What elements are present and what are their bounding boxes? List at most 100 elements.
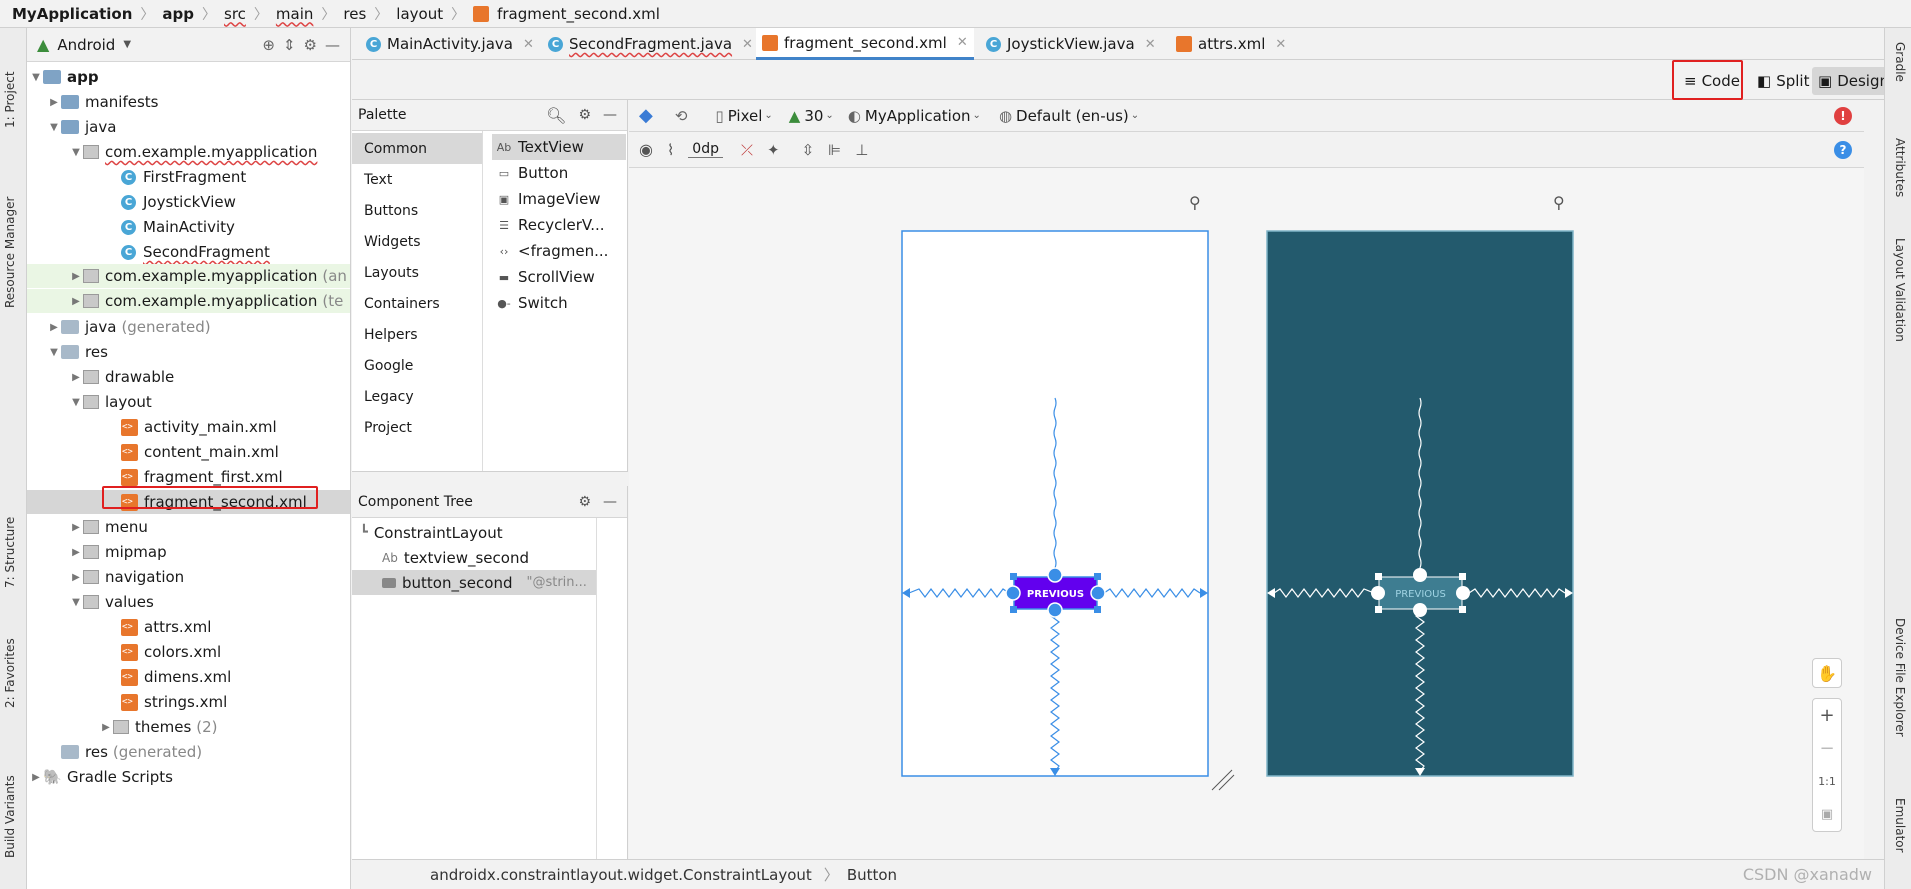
design-preview[interactable]: ⚲ PREVIOUS: [901, 193, 1235, 791]
project-tool-tab[interactable]: 1: Project: [3, 71, 17, 128]
tab-attrs[interactable]: attrs.xml ✕: [1170, 28, 1292, 60]
palette-item-textview[interactable]: Ab TextView: [492, 134, 626, 160]
help-icon[interactable]: ?: [1834, 140, 1852, 159]
error-icon[interactable]: !: [1834, 106, 1852, 125]
tree-manifests[interactable]: ▶ manifests: [47, 90, 158, 114]
zoom-fit-icon[interactable]: ▣: [1813, 798, 1841, 831]
minimize-icon[interactable]: —: [325, 36, 340, 54]
minimize-icon[interactable]: —: [603, 107, 617, 123]
layout-validation-tab[interactable]: Layout Validation: [1893, 238, 1907, 342]
palette-category-google[interactable]: Google: [352, 350, 482, 381]
tree-package-test[interactable]: ▶ com.example.myapplication (te: [27, 289, 350, 313]
tree-navigation[interactable]: ▶ navigation: [69, 565, 184, 589]
guidelines-icon[interactable]: ⊥: [855, 141, 868, 159]
tab-fragment-second[interactable]: fragment_second.xml ✕: [756, 28, 974, 60]
component-constraint-layout[interactable]: ┗ ConstraintLayout: [360, 520, 503, 545]
favorites-tab[interactable]: 2: Favorites: [3, 638, 17, 708]
chevron-down-icon[interactable]: ⌄: [825, 110, 833, 121]
collapsed-arrow-icon[interactable]: ▶: [69, 271, 83, 282]
right-anchor-handle[interactable]: [1090, 585, 1106, 601]
tab-second-fragment[interactable]: C SecondFragment.java ✕: [542, 28, 759, 60]
left-anchor-handle[interactable]: [1371, 586, 1385, 600]
top-anchor-handle[interactable]: [1413, 568, 1427, 582]
pan-hand-icon[interactable]: ✋: [1812, 658, 1842, 688]
palette-item-fragment[interactable]: ‹› <fragmen...: [492, 238, 626, 264]
expanded-arrow-icon[interactable]: ▼: [47, 122, 61, 133]
tree-attrs-xml[interactable]: attrs.xml: [121, 615, 211, 639]
tree-app[interactable]: ▼ app: [29, 65, 98, 89]
pack-icon[interactable]: ⇳: [802, 141, 815, 159]
design-screen[interactable]: [901, 230, 1209, 777]
expanded-arrow-icon[interactable]: ▼: [69, 147, 83, 158]
palette-category-containers[interactable]: Containers: [352, 288, 482, 319]
resize-handle[interactable]: [1010, 606, 1017, 613]
tree-package-main[interactable]: ▼ com.example.myapplication: [69, 140, 317, 164]
tree-themes[interactable]: ▶ themes (2): [99, 715, 217, 739]
tree-first-fragment[interactable]: C FirstFragment: [121, 165, 246, 189]
palette-item-button[interactable]: ▭ Button: [492, 160, 626, 186]
collapse-icon[interactable]: ⇕: [283, 36, 296, 54]
gear-icon[interactable]: ⚙: [578, 494, 591, 510]
tree-gradle-scripts[interactable]: ▶ 🐘 Gradle Scripts: [29, 765, 173, 789]
tree-drawable[interactable]: ▶ drawable: [69, 365, 174, 389]
tree-main-activity[interactable]: C MainActivity: [121, 215, 235, 239]
theme-selector[interactable]: MyApplication: [865, 107, 971, 125]
resize-handle[interactable]: [1010, 573, 1017, 580]
close-icon[interactable]: ✕: [742, 37, 753, 52]
attributes-tab[interactable]: Attributes: [1893, 138, 1907, 197]
emulator-tab[interactable]: Emulator: [1893, 798, 1907, 853]
palette-category-buttons[interactable]: Buttons: [352, 195, 482, 226]
zoom-actual-size-button[interactable]: 1:1: [1813, 765, 1841, 798]
api-selector[interactable]: 30: [804, 107, 823, 125]
device-file-explorer-tab[interactable]: Device File Explorer: [1893, 618, 1907, 737]
palette-category-legacy[interactable]: Legacy: [352, 381, 482, 412]
resize-handle[interactable]: [1094, 573, 1101, 580]
palette-item-scrollview[interactable]: ▬ ScrollView: [492, 264, 626, 290]
tree-second-fragment[interactable]: C SecondFragment: [121, 240, 270, 264]
chevron-down-icon[interactable]: ⌄: [973, 110, 981, 121]
resize-handle[interactable]: [1459, 606, 1466, 613]
top-anchor-handle[interactable]: [1047, 567, 1063, 583]
infer-constraints-icon[interactable]: ✦: [767, 141, 780, 159]
close-icon[interactable]: ✕: [957, 35, 968, 50]
align-icon[interactable]: ⊫: [828, 141, 841, 159]
blueprint-screen[interactable]: [1266, 230, 1574, 777]
minimize-icon[interactable]: —: [603, 494, 617, 510]
breadcrumb-project[interactable]: MyApplication: [12, 5, 132, 23]
split-mode-button[interactable]: ◧ Split: [1751, 67, 1815, 95]
gear-icon[interactable]: ⚙: [578, 107, 591, 123]
chevron-down-icon[interactable]: ⌄: [1131, 110, 1139, 121]
zoom-in-button[interactable]: +: [1813, 699, 1841, 732]
collapsed-arrow-icon[interactable]: ▶: [69, 547, 83, 558]
blueprint-preview[interactable]: ⚲ PREVIOUS: [1266, 193, 1574, 777]
breadcrumb-src[interactable]: src: [224, 5, 246, 23]
tree-res[interactable]: ▼ res: [47, 340, 108, 364]
expanded-arrow-icon[interactable]: ▼: [29, 72, 43, 83]
orientation-icon[interactable]: ⟲: [675, 107, 688, 125]
breadcrumb-module[interactable]: app: [162, 5, 194, 23]
project-view-selector[interactable]: Android: [57, 36, 115, 54]
tree-colors-xml[interactable]: colors.xml: [121, 640, 221, 664]
collapsed-arrow-icon[interactable]: ▶: [99, 722, 113, 733]
breadcrumb-layout[interactable]: layout: [396, 5, 443, 23]
chevron-down-icon[interactable]: ▼: [123, 39, 131, 50]
palette-item-imageview[interactable]: ▣ ImageView: [492, 186, 626, 212]
component-button-second[interactable]: button_second "@strin...: [352, 570, 596, 595]
resource-manager-tab[interactable]: Resource Manager: [3, 197, 17, 308]
palette-category-project[interactable]: Project: [352, 412, 482, 443]
chevron-down-icon[interactable]: ⌄: [764, 110, 772, 121]
collapsed-arrow-icon[interactable]: ▶: [69, 522, 83, 533]
tab-main-activity[interactable]: C MainActivity.java ✕: [360, 28, 540, 60]
default-margin-field[interactable]: 0dp: [688, 141, 723, 158]
close-icon[interactable]: ✕: [1145, 37, 1156, 52]
resize-handle[interactable]: [1094, 606, 1101, 613]
gear-icon[interactable]: ⚙: [304, 36, 317, 54]
collapsed-arrow-icon[interactable]: ▶: [47, 97, 61, 108]
resize-handle[interactable]: [1375, 606, 1382, 613]
tree-values[interactable]: ▼ values: [69, 590, 154, 614]
tree-content-main-xml[interactable]: content_main.xml: [121, 440, 279, 464]
tree-layout[interactable]: ▼ layout: [69, 390, 152, 414]
eye-icon[interactable]: ◉: [639, 140, 653, 159]
pin-icon[interactable]: ⚲: [1189, 193, 1201, 212]
clear-constraints-icon[interactable]: ⤫: [741, 141, 753, 159]
